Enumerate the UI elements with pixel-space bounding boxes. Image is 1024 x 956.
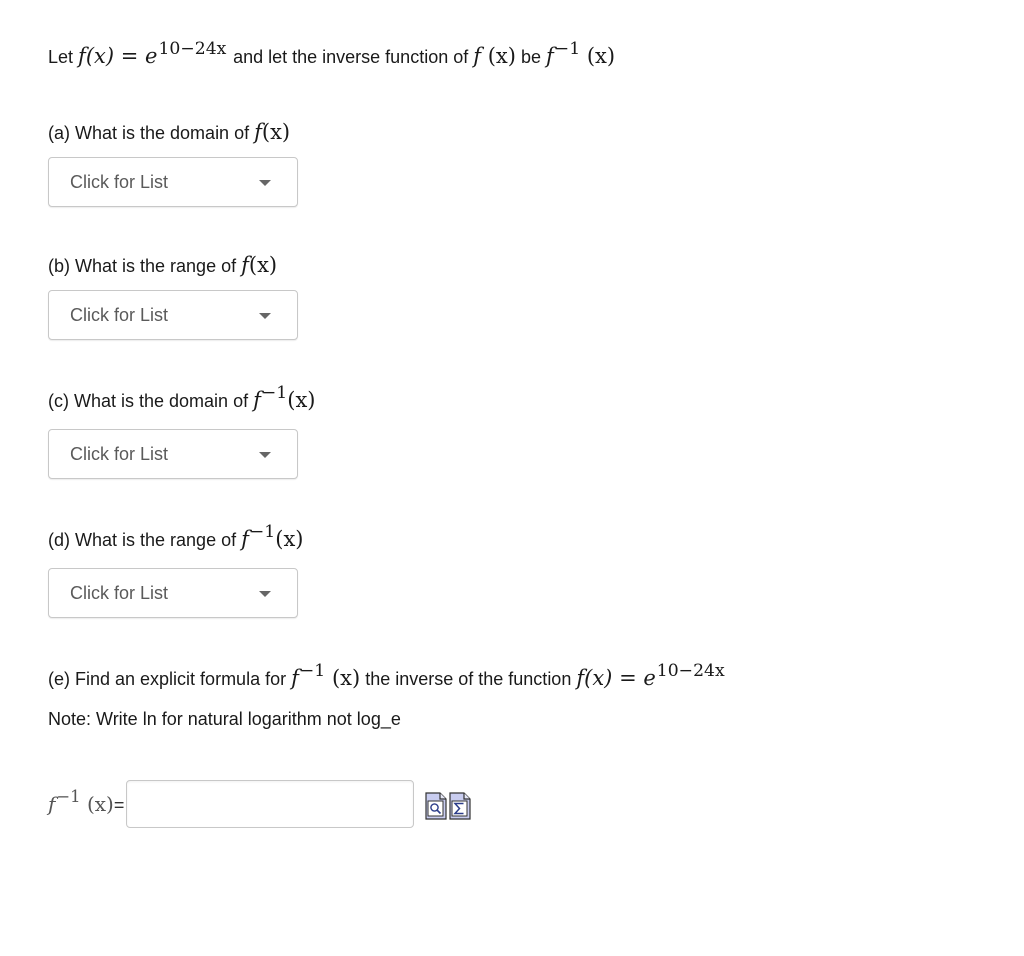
select-placeholder: Click for List (70, 583, 169, 603)
problem-statement: Let f(x) = e10−24x and let the inverse f… (48, 38, 616, 68)
select-placeholder: Click for List (70, 305, 169, 325)
question-a: (a) What is the domain of f(x) (48, 120, 291, 144)
chevron-down-icon (259, 591, 271, 597)
function-definition: f(x) = e10−24x (78, 38, 227, 68)
question-e: (e) Find an explicit formula for f−1 (x)… (48, 660, 725, 690)
select-placeholder: Click for List (70, 172, 169, 192)
inverse-formula-input[interactable] (126, 780, 415, 828)
domain-f-inverse-select[interactable]: Click for List (48, 429, 298, 479)
chevron-down-icon (259, 313, 271, 319)
domain-f-select[interactable]: Click for List (48, 157, 298, 207)
select-placeholder: Click for List (70, 444, 169, 464)
equation-editor-icon[interactable] (449, 792, 471, 820)
intro-prefix: Let (48, 47, 74, 67)
answer-row: f−1 (x)= (48, 779, 471, 829)
range-f-select[interactable]: Click for List (48, 290, 298, 340)
inverse-notation: f−1 (x) (546, 38, 616, 68)
chevron-down-icon (259, 180, 271, 186)
question-d: (d) What is the range of f−1(x) (48, 521, 304, 551)
chevron-down-icon (259, 452, 271, 458)
range-f-inverse-select[interactable]: Click for List (48, 568, 298, 618)
question-b: (b) What is the range of f(x) (48, 253, 278, 277)
note-text: Note: Write ln for natural logarithm not… (48, 709, 401, 729)
answer-label: f−1 (x)= (48, 786, 125, 816)
answer-tools (423, 792, 471, 820)
question-c: (c) What is the domain of f−1(x) (48, 382, 316, 412)
preview-icon[interactable] (425, 792, 447, 820)
